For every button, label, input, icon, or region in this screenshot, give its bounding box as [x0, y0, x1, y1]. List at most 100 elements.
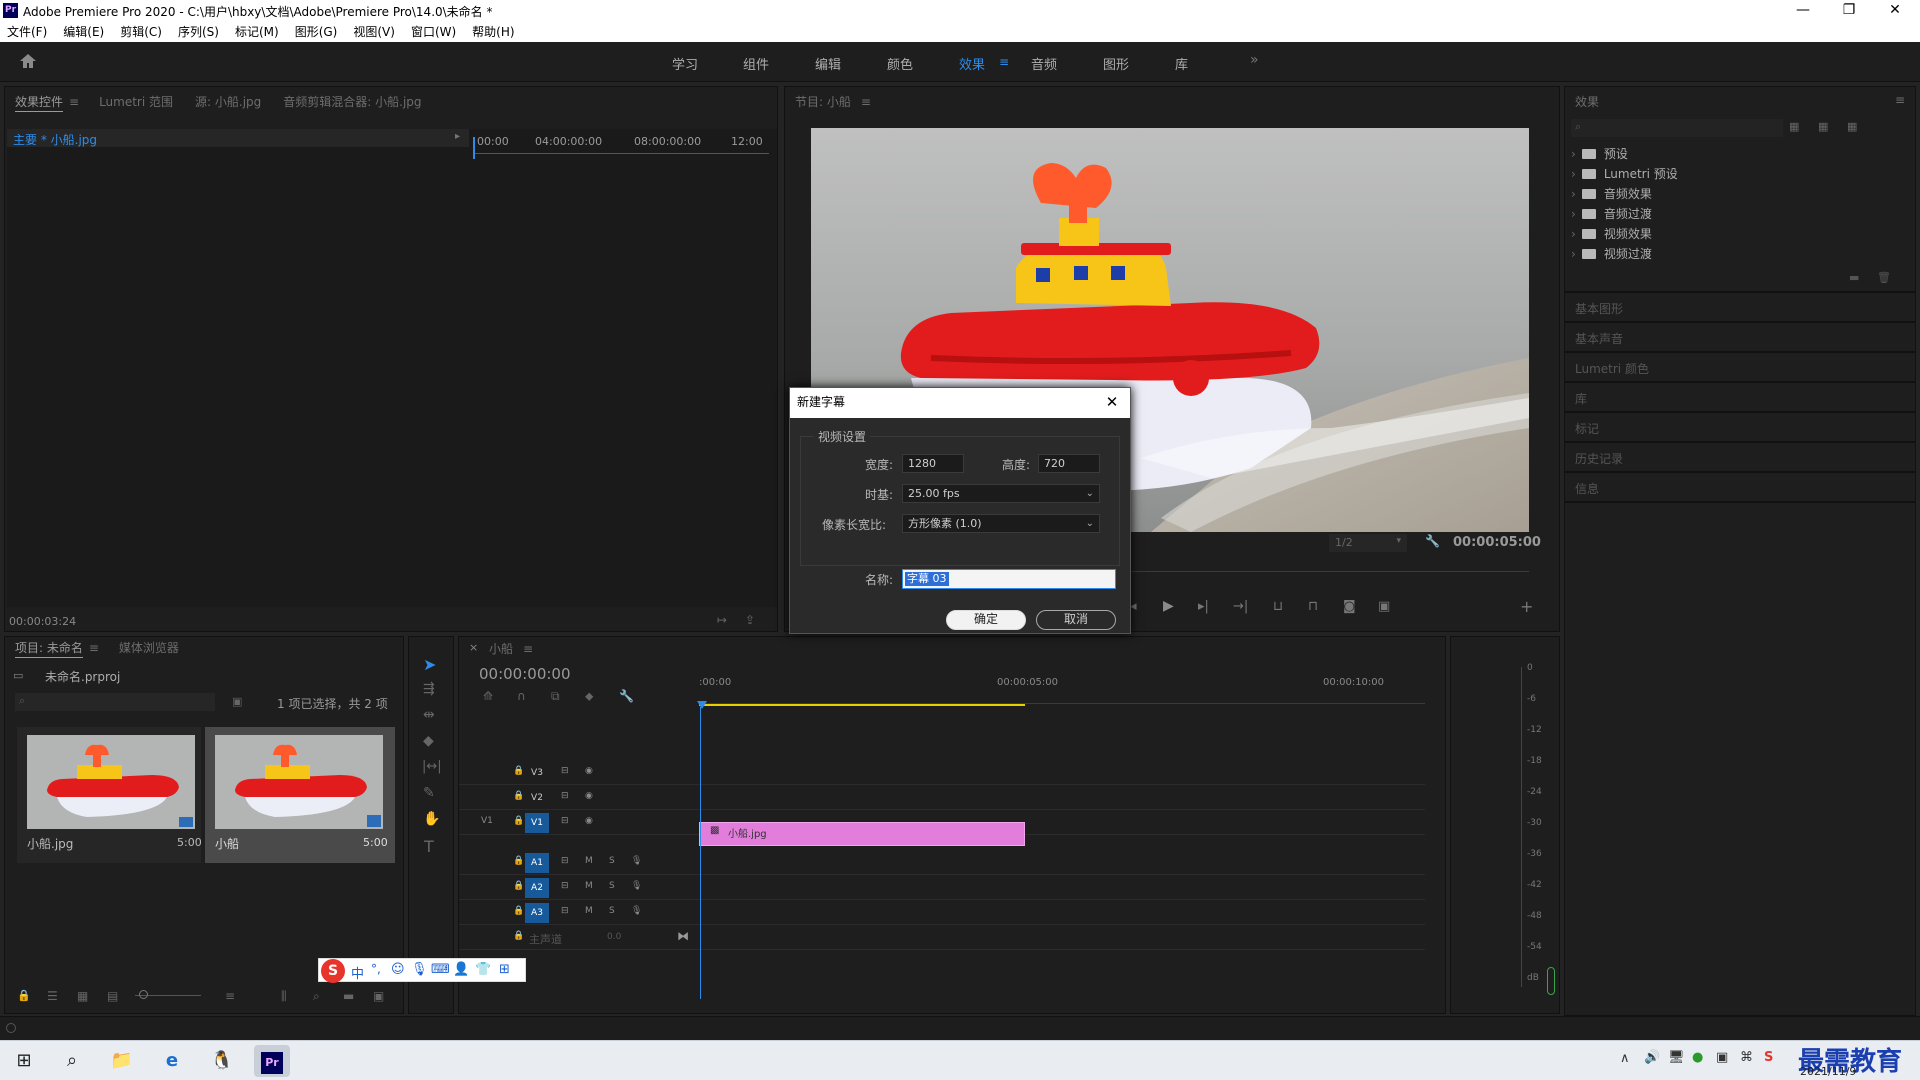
tab-lumetri-scopes[interactable]: Lumetri 范围 [99, 95, 173, 109]
tab-source[interactable]: 源: 小船.jpg [195, 95, 261, 109]
mute-icon[interactable]: M [585, 906, 593, 916]
eye-icon[interactable]: ◉ [585, 816, 593, 826]
keyboard-icon[interactable]: ⌨ [431, 962, 450, 977]
ie-browser-icon[interactable]: e [156, 1045, 188, 1077]
sync-lock-icon[interactable]: ⊟ [561, 766, 569, 776]
lock-icon[interactable]: 🔒 [513, 856, 524, 866]
security-icon[interactable]: ● [1692, 1050, 1703, 1065]
tab-effect-controls[interactable]: 效果控件 [15, 95, 64, 112]
effects-item-video-effects[interactable]: › 视频效果 [1571, 225, 1911, 245]
effects-item-video-transitions[interactable]: › 视频过渡 [1571, 245, 1911, 265]
notification-icon[interactable]: ▣ [1716, 1050, 1728, 1065]
nest-icon[interactable]: ⟰ [483, 689, 493, 703]
punctuation-icon[interactable]: °, [371, 962, 381, 976]
ok-button[interactable]: 确定 [946, 610, 1026, 630]
timeline-playhead[interactable] [700, 707, 701, 999]
add-button-icon[interactable]: + [1520, 597, 1533, 616]
hand-tool-icon[interactable]: ✋ [423, 811, 440, 827]
go-to-end-icon[interactable]: ⧓ [677, 929, 689, 943]
project-item-selected[interactable]: 小船 5:00 [205, 727, 395, 863]
export-frame-icon[interactable]: ↦ [717, 613, 727, 627]
lumetri-color-panel[interactable]: Lumetri 颜色 [1564, 352, 1916, 382]
lock-icon[interactable]: 🔒 [513, 766, 524, 776]
height-input[interactable]: 720 [1038, 454, 1100, 473]
effects-item-audio-transitions[interactable]: › 音频过渡 [1571, 205, 1911, 225]
menu-help[interactable]: 帮助(H) [472, 22, 514, 42]
menu-view[interactable]: 视图(V) [353, 22, 395, 42]
workspace-tab-learn[interactable]: 学习 [672, 54, 698, 73]
lift-icon[interactable]: ⊔ [1273, 599, 1283, 614]
track-v1-label[interactable]: V1 [525, 813, 549, 833]
minimize-icon[interactable]: — [1780, 0, 1826, 22]
network-icon[interactable]: 🖥 [1668, 1050, 1685, 1065]
qq-icon[interactable]: 🐧 [206, 1045, 238, 1077]
ripple-edit-tool-icon[interactable]: ⇹ [423, 707, 435, 723]
sync-lock-icon[interactable]: ⊟ [561, 881, 569, 891]
master-value[interactable]: 0.0 [607, 932, 621, 942]
new-search-bin-icon[interactable]: ▣ [232, 695, 242, 708]
more-workspaces-icon[interactable]: » [1250, 52, 1259, 68]
sogou-tray-icon[interactable]: S [1764, 1050, 1773, 1065]
source-patch-v1[interactable]: V1 [481, 816, 493, 826]
timeline-timecode[interactable]: 00:00:00:00 [479, 665, 571, 683]
sync-lock-icon[interactable]: ⊟ [561, 856, 569, 866]
mute-icon[interactable]: M [585, 856, 593, 866]
32bit-effects-icon[interactable]: ▦ [1818, 120, 1828, 133]
timeline-clip[interactable]: ▩ 小船.jpg [699, 822, 1025, 846]
solo-icon[interactable]: S [609, 856, 615, 866]
workspace-tab-audio[interactable]: 音频 [1031, 54, 1057, 73]
toolbox-icon[interactable]: ⊞ [499, 962, 510, 977]
track-a2-label[interactable]: A2 [525, 878, 549, 898]
add-marker-icon[interactable]: ⬥ [585, 689, 593, 704]
eye-icon[interactable]: ◉ [585, 791, 593, 801]
home-icon[interactable] [19, 53, 37, 69]
lock-icon[interactable]: 🔒 [513, 881, 524, 891]
go-to-out-icon[interactable]: →| [1233, 599, 1248, 614]
panel-menu-icon[interactable]: ≡ [523, 642, 533, 656]
panel-menu-icon[interactable]: ≡ [1895, 93, 1905, 107]
workspace-tab-libraries[interactable]: 库 [1175, 54, 1188, 73]
track-v2-label[interactable]: V2 [525, 788, 549, 808]
workspace-tab-editing[interactable]: 编辑 [815, 54, 841, 73]
windows-start-icon[interactable]: ⊞ [8, 1045, 40, 1077]
tray-overflow-icon[interactable]: ∧ [1620, 1051, 1630, 1066]
essential-sound-panel[interactable]: 基本声音 [1564, 322, 1916, 352]
yuv-effects-icon[interactable]: ▦ [1847, 120, 1857, 133]
workspace-tab-effects[interactable]: 效果 [959, 54, 985, 73]
menu-edit[interactable]: 编辑(E) [63, 22, 104, 42]
slip-tool-icon[interactable]: |↔| [422, 759, 442, 774]
skin-icon[interactable]: 👕 [475, 962, 491, 977]
lock-icon[interactable]: 🔒 [513, 931, 524, 941]
tab-project[interactable]: 项目: 未命名 [15, 641, 83, 658]
automate-icon[interactable]: ⫼ [281, 989, 287, 1004]
menu-sequence[interactable]: 序列(S) [178, 22, 219, 42]
share-icon[interactable]: ⇪ [745, 613, 755, 627]
sequence-tab[interactable]: 小船 [489, 642, 513, 656]
restore-icon[interactable]: ❐ [1826, 0, 1872, 22]
icon-view-icon[interactable]: ▦ [77, 989, 88, 1003]
zoom-select[interactable]: 1/2 ▾ [1329, 534, 1407, 552]
camera-icon[interactable]: ◙ [1343, 599, 1356, 614]
track-select-tool-icon[interactable]: ⇶ [423, 681, 435, 697]
solo-icon[interactable]: S [609, 906, 615, 916]
zoom-slider-handle[interactable] [139, 990, 148, 999]
tab-audio-clip-mixer[interactable]: 音频剪辑混合器: 小船.jpg [283, 95, 421, 109]
workspace-tab-color[interactable]: 颜色 [887, 54, 913, 73]
menu-file[interactable]: 文件(F) [7, 22, 47, 42]
freeform-view-icon[interactable]: ▤ [107, 989, 118, 1003]
track-a3-label[interactable]: A3 [525, 903, 549, 923]
mic-icon[interactable]: 🎙 [631, 856, 642, 866]
compare-icon[interactable]: ▣ [1378, 599, 1390, 614]
new-item-icon[interactable]: ▣ [373, 989, 384, 1003]
cancel-button[interactable]: 取消 [1036, 610, 1116, 630]
info-panel[interactable]: 信息 [1564, 472, 1916, 502]
expand-arrow-icon[interactable]: ▸ [455, 131, 460, 142]
dialog-close-icon[interactable]: ✕ [1102, 392, 1122, 412]
eye-icon[interactable]: ◉ [585, 766, 593, 776]
wrench-icon[interactable]: 🔧 [1425, 534, 1440, 548]
libraries-panel[interactable]: 库 [1564, 382, 1916, 412]
mute-icon[interactable]: M [585, 881, 593, 891]
project-search-input[interactable]: ⌕ [15, 693, 215, 711]
lock-icon[interactable]: 🔒 [513, 816, 524, 826]
mic-icon[interactable]: 🎙 [631, 906, 642, 916]
